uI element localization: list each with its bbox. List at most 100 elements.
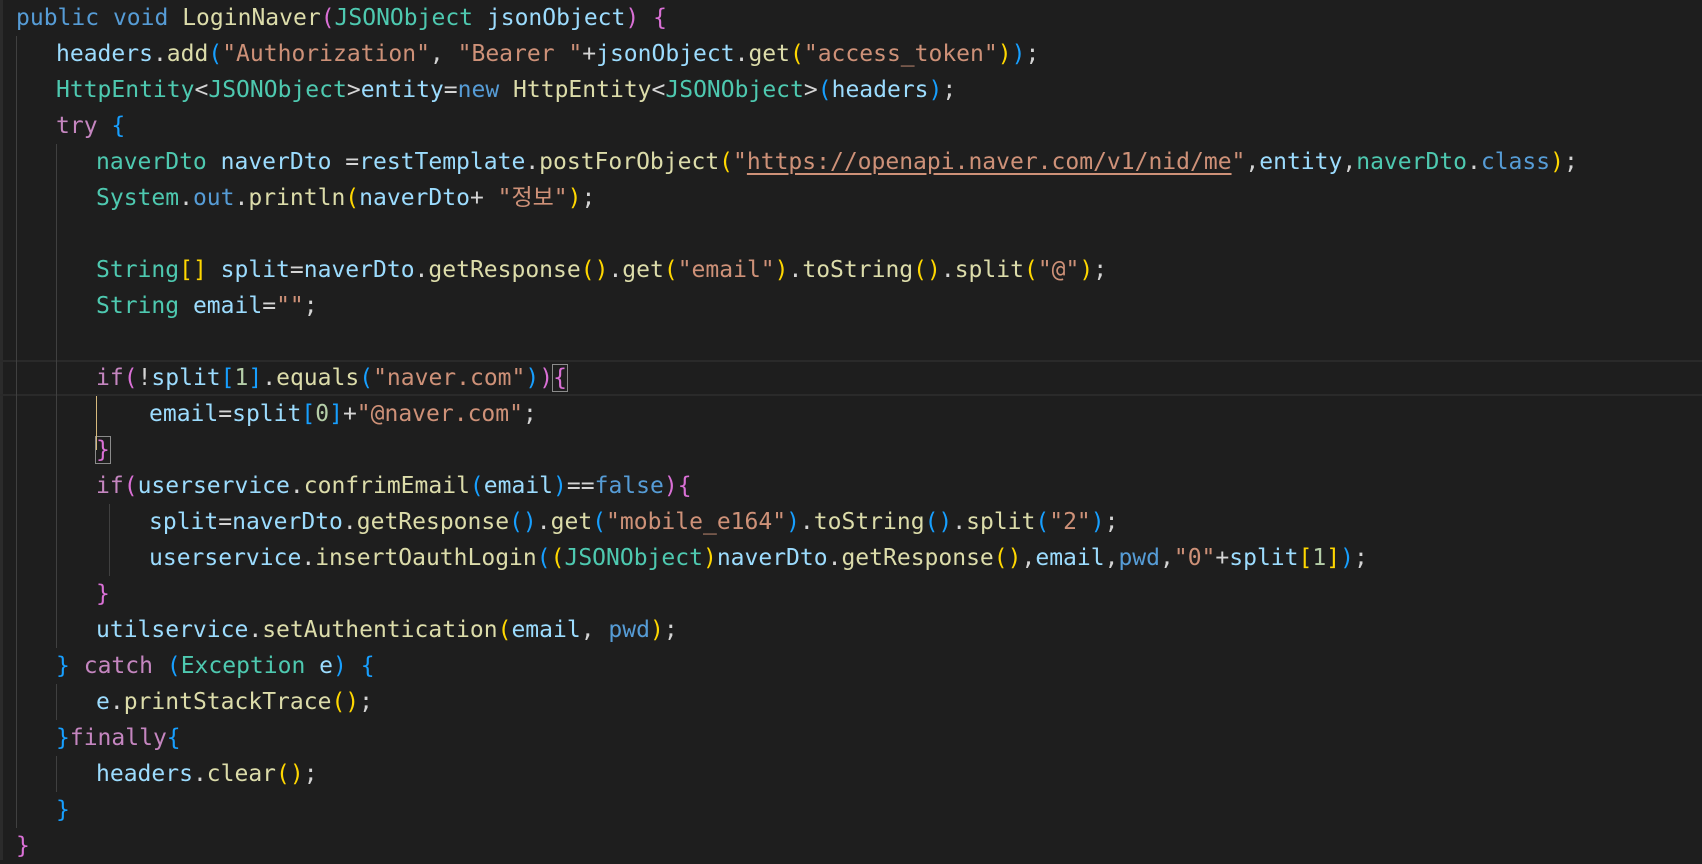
code-token: (): [580, 257, 609, 283]
code-token: ): [1079, 257, 1094, 283]
code-line[interactable]: }finally{: [0, 720, 1702, 756]
code-line[interactable]: userservice.insertOauthLogin((JSONObject…: [0, 540, 1702, 576]
code-token: .: [234, 185, 249, 211]
code-token: ): [553, 473, 567, 499]
code-token: (): [331, 689, 360, 715]
code-token: (: [345, 185, 360, 211]
code-token: +: [582, 41, 597, 67]
code-line[interactable]: headers.clear();: [0, 756, 1702, 792]
code-token: ;: [1025, 41, 1040, 67]
code-token: ": [1231, 149, 1246, 175]
code-line[interactable]: HttpEntity<JSONObject>entity=new HttpEnt…: [0, 72, 1702, 108]
code-token: (: [123, 365, 138, 391]
code-line[interactable]: }: [0, 792, 1702, 828]
code-token: (: [1023, 257, 1038, 283]
code-line[interactable]: public void LoginNaver(JSONObject jsonOb…: [0, 0, 1702, 36]
code-token: "Bearer ": [457, 41, 583, 67]
code-line[interactable]: [0, 216, 1702, 252]
code-token: ): [774, 257, 789, 283]
code-line[interactable]: [0, 324, 1702, 360]
code-token: [: [1298, 545, 1313, 571]
code-text: headers.clear();: [96, 756, 318, 792]
code-token: ;: [1093, 257, 1108, 283]
code-line[interactable]: utilservice.setAuthentication(email, pwd…: [0, 612, 1702, 648]
code-token: out: [192, 185, 235, 211]
code-editor[interactable]: public void LoginNaver(JSONObject jsonOb…: [0, 0, 1702, 860]
code-token: ;: [303, 761, 318, 787]
indent-guide: [16, 36, 17, 828]
code-line[interactable]: headers.add("Authorization", "Bearer "+j…: [0, 36, 1702, 72]
code-token: public: [16, 5, 100, 31]
code-token: +: [342, 401, 357, 427]
code-line[interactable]: } catch (Exception e) {: [0, 648, 1702, 684]
code-line[interactable]: System.out.println(naverDto+ "정보");: [0, 180, 1702, 216]
code-token: confrimEmail: [303, 473, 470, 499]
code-token: .: [152, 41, 167, 67]
code-token: Exception: [180, 653, 306, 679]
code-token: .: [536, 509, 551, 535]
indent-guide: [56, 684, 57, 720]
indent-guide: [56, 756, 57, 792]
code-line[interactable]: naverDto naverDto =restTemplate.postForO…: [0, 144, 1702, 180]
code-line[interactable]: e.printStackTrace();: [0, 684, 1702, 720]
code-token: >: [346, 77, 361, 103]
code-line[interactable]: }: [0, 432, 1702, 468]
code-token: ;: [303, 293, 318, 319]
code-token: JSONObject: [208, 77, 347, 103]
code-token: System: [96, 185, 180, 211]
code-token: .: [799, 509, 814, 535]
code-token: jsonObject: [596, 41, 735, 67]
code-line[interactable]: String email="";: [0, 288, 1702, 324]
code-token: ,: [1245, 149, 1260, 175]
code-line[interactable]: if(!split[1].equals("naver.com")){: [0, 360, 1702, 396]
code-token: (): [913, 257, 941, 283]
code-token: split: [149, 509, 219, 535]
code-text: }finally{: [56, 720, 181, 756]
code-token: class: [1480, 149, 1551, 175]
code-token: (: [1035, 509, 1050, 535]
code-token: ;: [359, 689, 373, 715]
code-token: ;: [663, 617, 678, 643]
code-token: println: [248, 185, 346, 211]
code-token: .: [788, 257, 803, 283]
code-token: (: [550, 545, 565, 571]
code-token: ,: [1104, 545, 1119, 571]
code-line[interactable]: email=split[0]+"@naver.com";: [0, 396, 1702, 432]
code-line[interactable]: }: [0, 576, 1702, 612]
code-token: LoginNaver: [182, 5, 321, 31]
code-text: try {: [56, 108, 125, 144]
code-token: 1: [234, 365, 249, 391]
code-token: ): [928, 77, 943, 103]
code-token: =: [262, 293, 277, 319]
code-token: !: [137, 365, 152, 391]
code-token: setAuthentication: [262, 617, 498, 643]
code-line[interactable]: split=naverDto.getResponse().get("mobile…: [0, 504, 1702, 540]
code-token: postForObject: [539, 149, 720, 175]
code-token: .: [262, 365, 277, 391]
code-token: ): [539, 365, 554, 391]
code-token: (): [993, 545, 1022, 571]
code-line[interactable]: }: [0, 828, 1702, 864]
code-line[interactable]: try {: [0, 108, 1702, 144]
code-token: entity: [1259, 149, 1343, 175]
code-token: split: [954, 257, 1024, 283]
code-token: naverDto: [359, 185, 470, 211]
code-token: }: [96, 581, 110, 607]
code-line[interactable]: if(userservice.confrimEmail(email)==fals…: [0, 468, 1702, 504]
code-token: 1: [1312, 545, 1327, 571]
code-token: headers: [96, 761, 193, 787]
code-token: email: [1035, 545, 1105, 571]
code-token: >: [803, 77, 818, 103]
code-token: (: [469, 473, 484, 499]
code-token: {: [677, 473, 692, 499]
code-token: JSONObject: [564, 545, 703, 571]
code-token: "": [276, 293, 304, 319]
code-token: entity: [360, 77, 444, 103]
code-token: false: [594, 473, 664, 499]
code-token: void: [112, 5, 169, 31]
code-text: } catch (Exception e) {: [56, 648, 375, 684]
code-token: .: [734, 41, 749, 67]
code-line[interactable]: String[] split=naverDto.getResponse().ge…: [0, 252, 1702, 288]
